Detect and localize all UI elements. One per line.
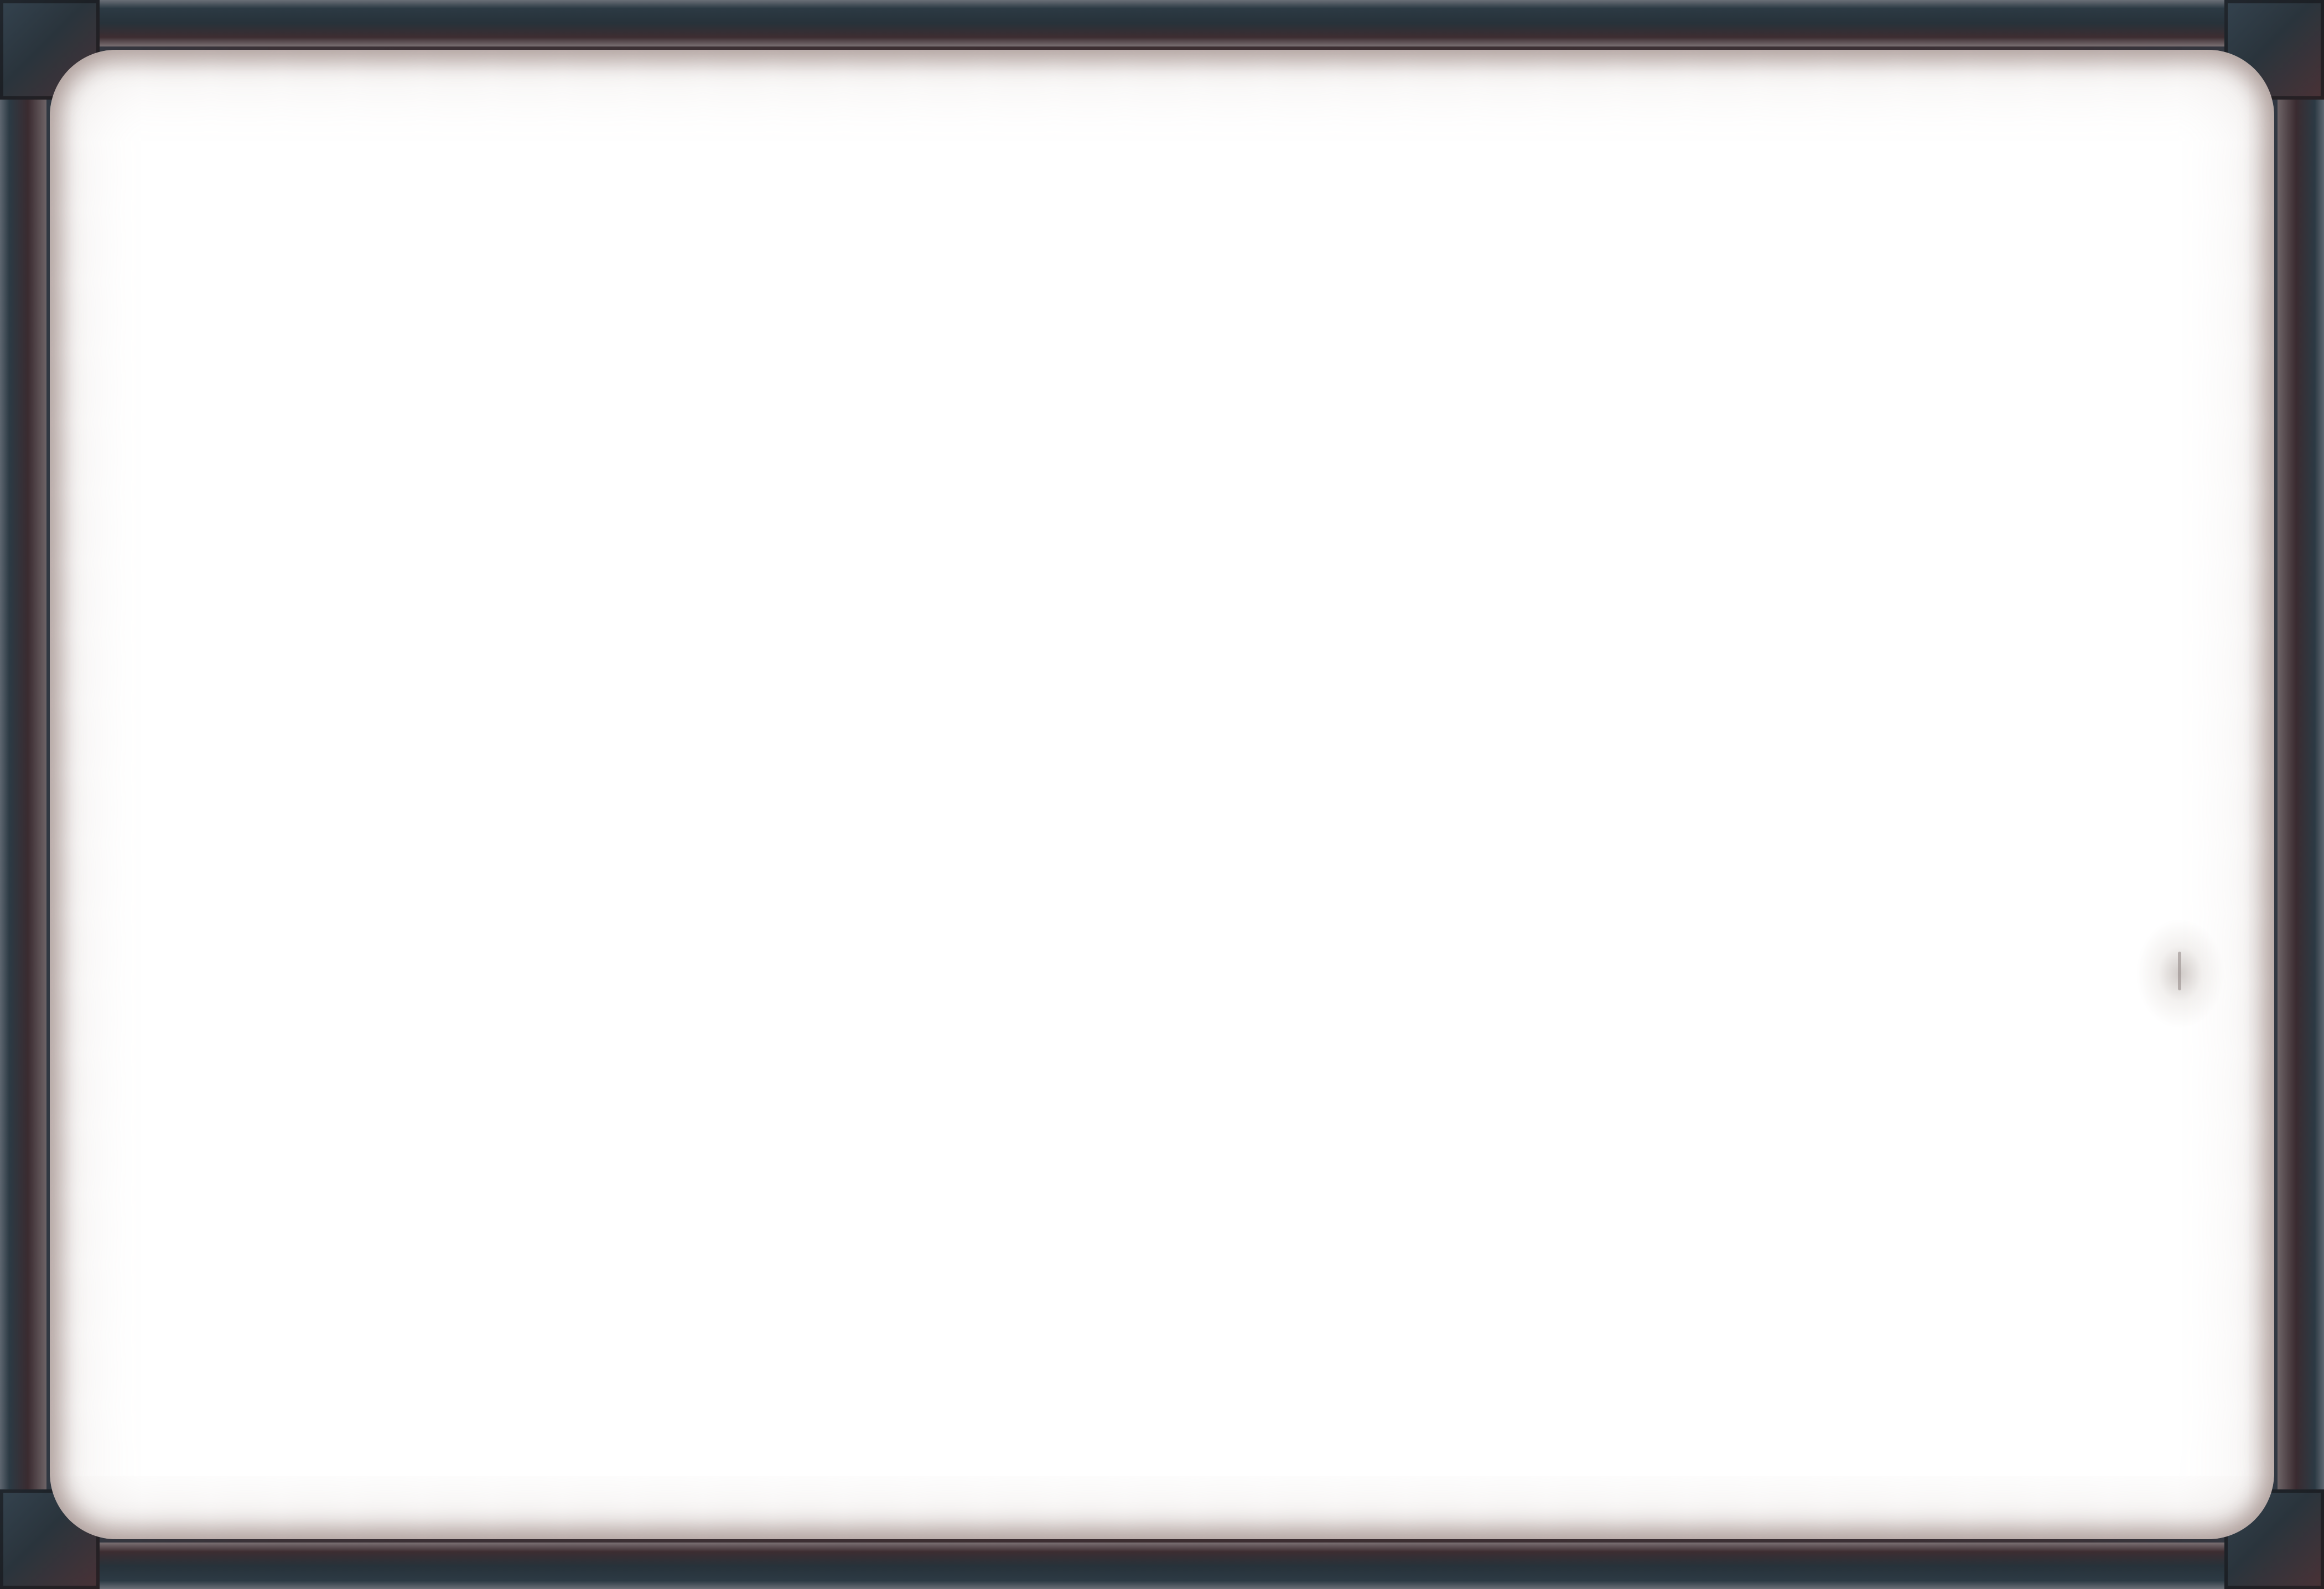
frame-rail-bottom [89, 1543, 2235, 1589]
frame-rail-right [2278, 89, 2324, 1500]
frame-rail-left [0, 89, 46, 1500]
drag-handle-icon[interactable] [2136, 918, 2224, 1029]
content-panel [50, 50, 2274, 1539]
frame-rail-top [89, 0, 2235, 46]
game-frame [0, 0, 2324, 1589]
handle-notch [2178, 952, 2181, 990]
panel-content-area [50, 50, 2274, 1539]
